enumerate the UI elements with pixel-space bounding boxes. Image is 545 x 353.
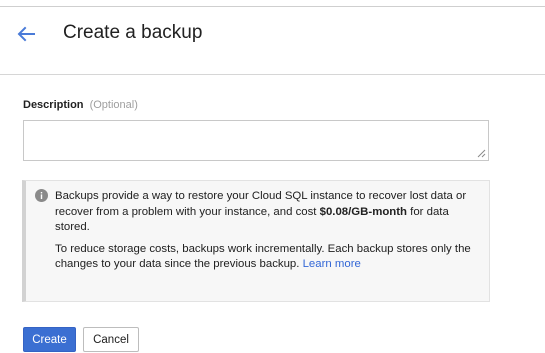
resize-handle-icon[interactable] — [477, 149, 486, 158]
info-icon — [35, 189, 48, 202]
back-button[interactable] — [14, 24, 38, 44]
optional-hint: (Optional) — [89, 99, 138, 111]
info-incremental-text: To reduce storage costs, backups work in… — [55, 242, 471, 271]
price-value: $0.08/GB-month — [319, 205, 407, 218]
create-backup-page: Create a backup Description (Optional) B… — [0, 0, 545, 353]
learn-more-link[interactable]: Learn more — [303, 258, 361, 270]
page-title: Create a backup — [63, 22, 203, 43]
create-button[interactable]: Create — [23, 327, 76, 352]
cancel-button[interactable]: Cancel — [83, 327, 139, 352]
description-textarea[interactable] — [23, 120, 489, 161]
info-paragraph-cost: Backups provide a way to restore your Cl… — [55, 189, 480, 236]
info-text: Backups provide a way to restore your Cl… — [55, 189, 480, 273]
description-label: Description (Optional) — [23, 99, 138, 111]
arrow-left-icon — [17, 26, 35, 42]
description-label-text: Description — [23, 99, 84, 111]
header-divider — [0, 74, 545, 75]
top-divider — [0, 6, 545, 7]
info-box: Backups provide a way to restore your Cl… — [22, 180, 490, 302]
info-paragraph-incremental: To reduce storage costs, backups work in… — [55, 242, 480, 273]
